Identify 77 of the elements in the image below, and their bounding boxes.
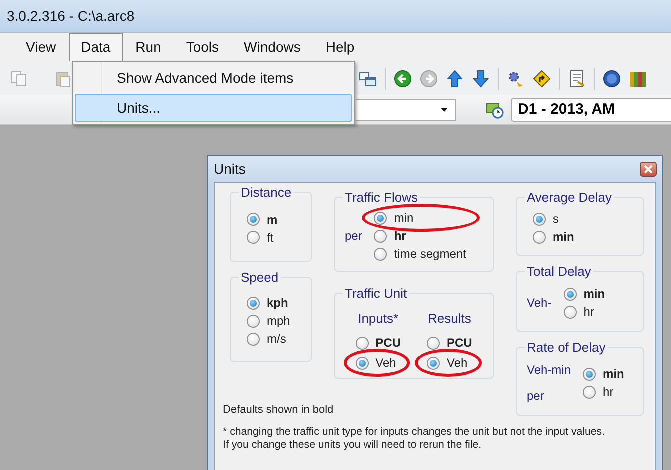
- radio-button[interactable]: [374, 212, 388, 224]
- radio-button[interactable]: [356, 336, 369, 350]
- column-heading: Results: [428, 311, 472, 326]
- radio-button[interactable]: [427, 336, 440, 350]
- copy-icon[interactable]: [10, 70, 28, 88]
- menu-item[interactable]: Windows: [232, 33, 313, 62]
- option-label: Veh: [376, 356, 396, 370]
- menu-item[interactable]: Show Advanced Mode items: [75, 64, 352, 92]
- radio-button[interactable]: [583, 368, 596, 380]
- option-label: s: [553, 212, 559, 226]
- footnote-text: * changing the traffic unit type for inputs changes the unit but not the input values.: [223, 426, 606, 439]
- radio-button[interactable]: [374, 230, 388, 242]
- radio-button[interactable]: [564, 288, 577, 300]
- group-title: Traffic Unit: [344, 286, 408, 301]
- radio-button[interactable]: [247, 213, 260, 226]
- analysis-field[interactable]: D1 - 2013, AM: [511, 98, 671, 122]
- down-arrow-icon[interactable]: [472, 70, 490, 88]
- option-label: time segment: [394, 247, 466, 261]
- close-button[interactable]: [640, 162, 657, 176]
- menu-item[interactable]: Tools: [174, 33, 232, 62]
- radio-button[interactable]: [533, 212, 546, 226]
- option-label: PCU: [376, 336, 401, 350]
- option-label: mph: [267, 314, 290, 328]
- radio-button[interactable]: [374, 248, 388, 260]
- option-label: PCU: [447, 336, 472, 350]
- road-sign-icon[interactable]: [533, 70, 551, 88]
- radio-button[interactable]: [427, 356, 440, 370]
- menu-item[interactable]: View: [14, 33, 68, 62]
- footnote-text: If you change these units you will need to rerun the file.: [223, 439, 483, 452]
- option-label: m: [267, 212, 278, 226]
- window-icon[interactable]: [359, 70, 377, 88]
- option-label: Veh: [447, 356, 468, 370]
- group-title: Traffic Flows: [344, 190, 419, 205]
- column-heading: Inputs*: [358, 311, 399, 326]
- group-title: Average Delay: [526, 190, 614, 205]
- option-label: ft: [267, 230, 274, 244]
- gear-icon[interactable]: [507, 70, 525, 88]
- option-label: min: [584, 287, 606, 301]
- option-label: min: [553, 230, 574, 244]
- clock-icon[interactable]: [486, 100, 504, 118]
- menu-item[interactable]: Units...: [75, 94, 352, 122]
- document-icon[interactable]: [568, 70, 586, 88]
- caret-icon: [441, 108, 448, 112]
- group-title: Distance: [240, 185, 293, 200]
- prefix-label: per: [527, 389, 546, 403]
- up-arrow-icon[interactable]: [446, 70, 464, 88]
- prefix-label: Veh-: [527, 296, 552, 310]
- group-title: Speed: [240, 270, 280, 285]
- group-title: Total Delay: [526, 264, 592, 279]
- paste-icon[interactable]: [54, 70, 72, 88]
- prefix-label: per: [345, 229, 362, 243]
- group-title: Rate of Delay: [526, 340, 607, 355]
- prefix-label: Veh-min: [527, 363, 572, 377]
- window-title: 3.0.2.316 - C:\a.arc8: [7, 8, 135, 24]
- option-label: min: [603, 367, 624, 381]
- option-label: hr: [394, 229, 406, 243]
- dropdown-field[interactable]: [356, 98, 456, 120]
- option-label: m/s: [267, 332, 286, 346]
- menu-item[interactable]: Run: [124, 33, 174, 62]
- radio-button[interactable]: [247, 231, 260, 244]
- radio-button[interactable]: [247, 332, 260, 346]
- option-label: kph: [267, 296, 288, 310]
- close-icon: [644, 164, 653, 174]
- option-label: hr: [584, 305, 594, 319]
- radio-button[interactable]: [533, 230, 546, 244]
- books-icon[interactable]: [629, 70, 647, 88]
- menu-item[interactable]: Data: [69, 33, 123, 62]
- radio-button[interactable]: [247, 314, 260, 328]
- menu-item[interactable]: Help: [314, 33, 367, 62]
- option-label: hr: [603, 385, 614, 399]
- radio-button[interactable]: [564, 306, 577, 318]
- defaults-note: Defaults shown in bold: [223, 404, 335, 416]
- dialog-title: Units: [214, 161, 246, 177]
- radio-button[interactable]: [247, 296, 260, 310]
- option-label: min: [394, 211, 414, 225]
- radio-button[interactable]: [356, 356, 369, 370]
- radio-button[interactable]: [583, 386, 596, 398]
